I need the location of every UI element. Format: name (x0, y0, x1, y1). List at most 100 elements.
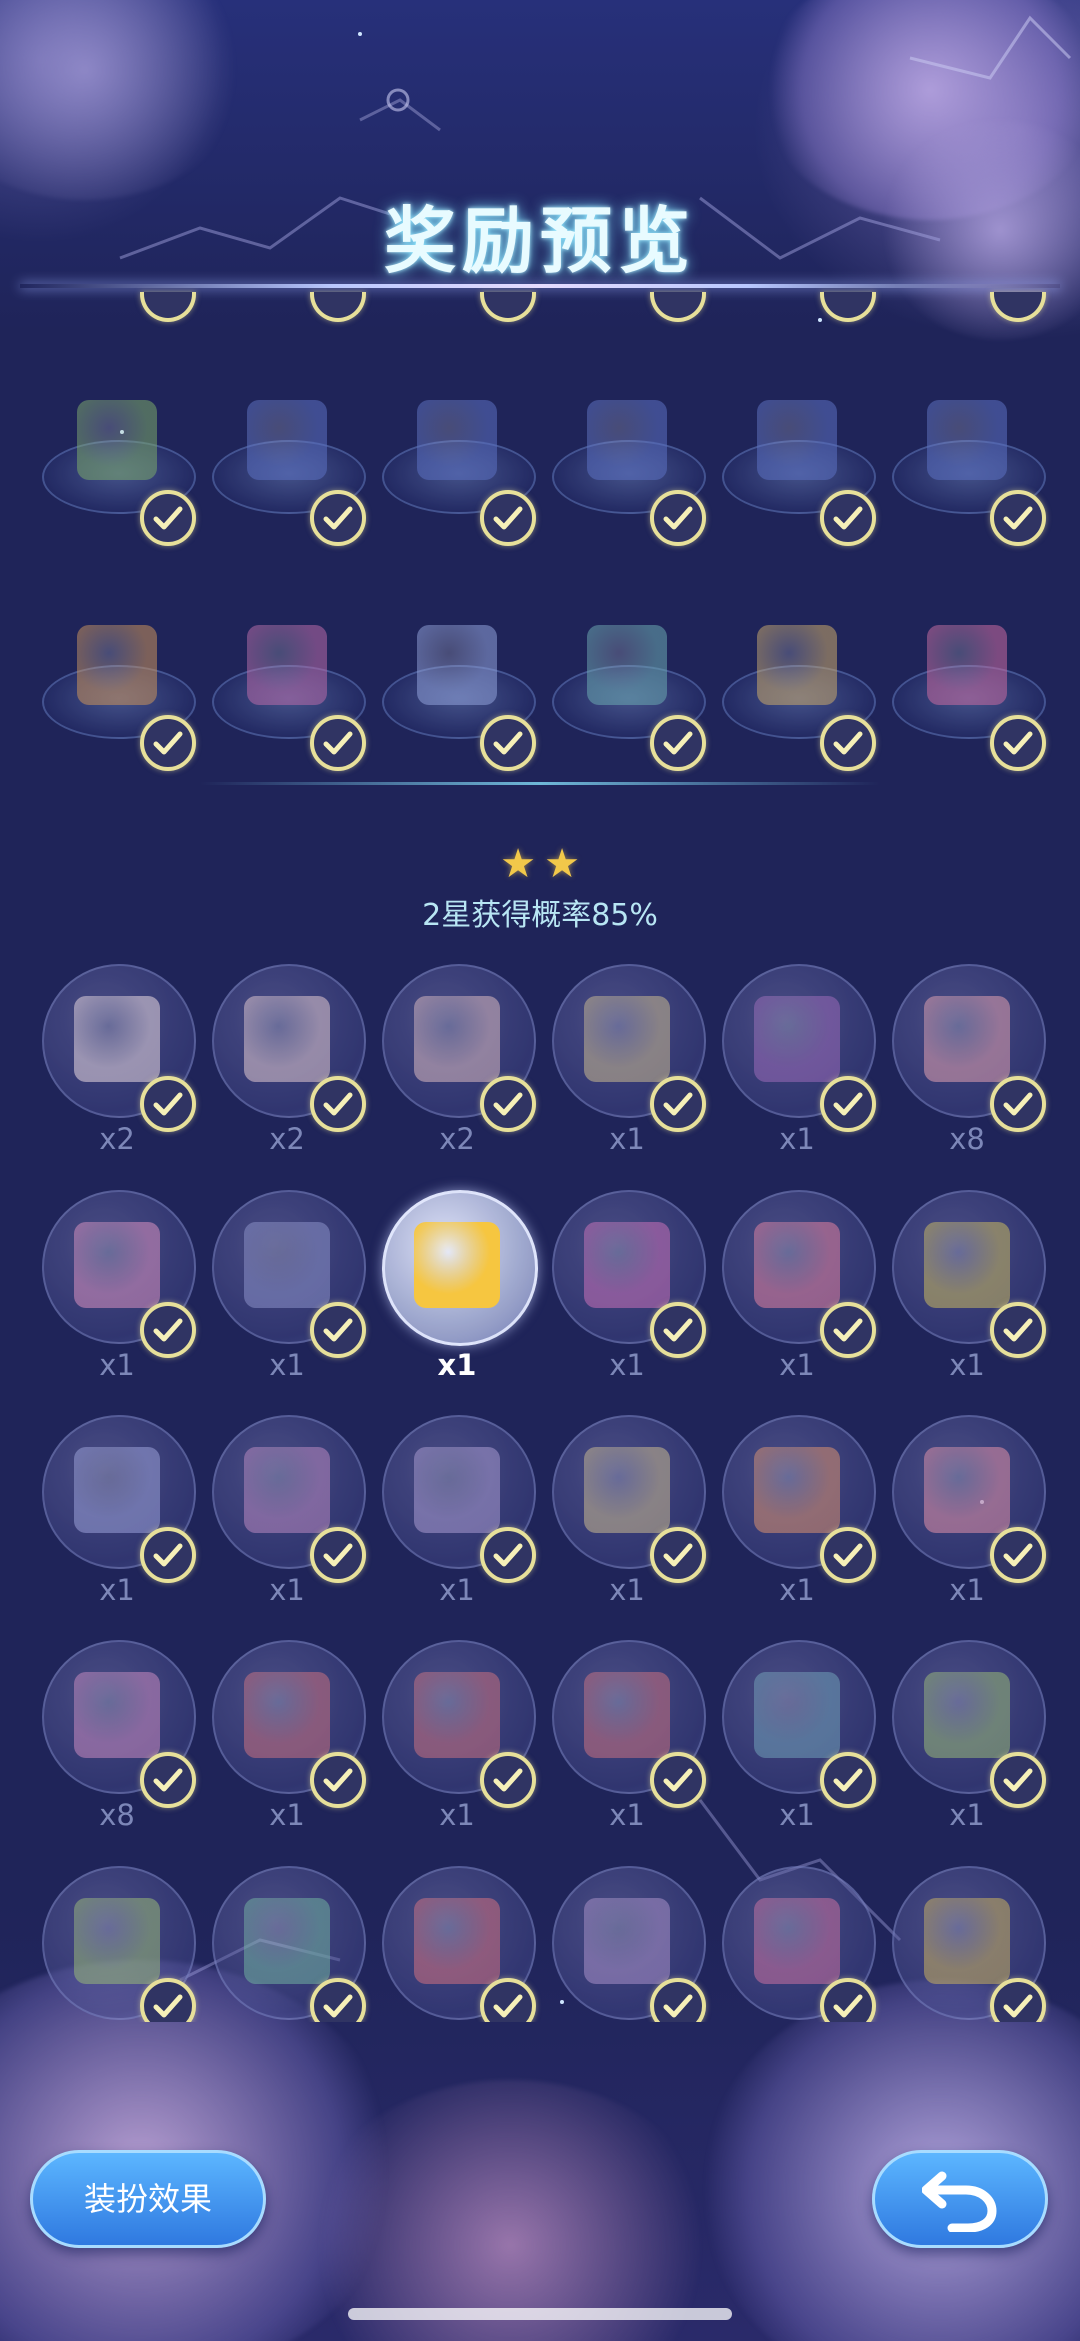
item-quantity: x1 (269, 1348, 305, 1382)
reward-item[interactable]: x1 (372, 1640, 542, 1840)
item-quantity: x8 (99, 1798, 135, 1832)
collected-check-icon (310, 1978, 366, 2022)
vase-icon (584, 1898, 670, 1984)
reward-item[interactable]: x1 (202, 1415, 372, 1615)
item-quantity: x1 (949, 1348, 985, 1382)
collected-check-icon (140, 1978, 196, 2022)
item-quantity: x1 (609, 1122, 645, 1156)
reward-item[interactable] (542, 1866, 712, 2022)
reward-item[interactable] (712, 1866, 882, 2022)
orb-icon (414, 1447, 500, 1533)
item-quantity: x2 (269, 1122, 305, 1156)
bag-icon (74, 996, 160, 1082)
reward-item[interactable] (542, 380, 712, 580)
flower-stem-icon (924, 1898, 1010, 1984)
table-icon (924, 1447, 1010, 1533)
reward-item[interactable] (32, 1866, 202, 2022)
flower-badge-icon (754, 996, 840, 1082)
reward-item[interactable]: x1 (202, 1190, 372, 1390)
reward-item[interactable]: x2 (32, 964, 202, 1164)
house-icon (247, 400, 327, 480)
item-quantity: x1 (269, 1798, 305, 1832)
reward-item[interactable]: x2 (202, 964, 372, 1164)
reward-item[interactable]: x1 (712, 1640, 882, 1840)
reward-item[interactable] (882, 380, 1052, 580)
section-divider (200, 782, 880, 785)
reward-item[interactable] (202, 605, 372, 805)
collected-check-icon (310, 490, 366, 546)
reward-item[interactable]: x1 (32, 1190, 202, 1390)
collected-check-icon (310, 715, 366, 771)
reward-item[interactable] (32, 605, 202, 805)
reward-item[interactable]: x8 (32, 1640, 202, 1840)
dress-effect-button[interactable]: 装扮效果 (30, 2150, 266, 2248)
house-icon (587, 400, 667, 480)
reward-item[interactable]: x1 (542, 964, 712, 1164)
sign-icon (244, 1672, 330, 1758)
box-icon (584, 996, 670, 1082)
collected-check-icon (820, 490, 876, 546)
reward-item[interactable] (372, 380, 542, 580)
reward-item[interactable] (712, 380, 882, 580)
reward-item[interactable]: x1 (202, 1640, 372, 1840)
collected-check-icon (140, 715, 196, 771)
item-quantity: x1 (779, 1122, 815, 1156)
bird-icon (247, 625, 327, 705)
collected-check-icon (820, 1978, 876, 2022)
bottle-icon (924, 996, 1010, 1082)
bird-icon (77, 625, 157, 705)
return-button[interactable] (872, 2150, 1048, 2248)
reward-item[interactable]: x1 (32, 1415, 202, 1615)
moon-icon (924, 1222, 1010, 1308)
reward-item[interactable]: x1 (372, 1190, 542, 1390)
reward-item[interactable] (372, 605, 542, 805)
reward-item[interactable]: x1 (372, 1415, 542, 1615)
item-quantity: x8 (949, 1122, 985, 1156)
reward-item[interactable]: x1 (882, 1190, 1052, 1390)
page-title: 奖励预览 (383, 199, 696, 283)
reward-item[interactable] (32, 380, 202, 580)
collected-check-icon (480, 715, 536, 771)
reward-item[interactable] (882, 605, 1052, 805)
tree-icon (77, 400, 157, 480)
collected-check-icon (140, 490, 196, 546)
item-quantity: x1 (609, 1573, 645, 1607)
reward-item[interactable]: x2 (372, 964, 542, 1164)
duck-icon (414, 1222, 500, 1308)
house-icon (757, 400, 837, 480)
item-quantity: x1 (779, 1348, 815, 1382)
plant-pot-icon (414, 996, 500, 1082)
reward-item[interactable]: x1 (542, 1415, 712, 1615)
cushion-icon (927, 625, 1007, 705)
item-quantity: x2 (99, 1122, 135, 1156)
collected-check-icon (820, 715, 876, 771)
collected-check-icon (990, 715, 1046, 771)
reward-item[interactable] (542, 605, 712, 805)
item-quantity: x1 (269, 1573, 305, 1607)
reward-item[interactable]: x1 (712, 1415, 882, 1615)
reward-item[interactable] (202, 1866, 372, 2022)
reward-item[interactable] (882, 1866, 1052, 2022)
collected-check-icon (480, 1978, 536, 2022)
reward-item[interactable]: x1 (712, 1190, 882, 1390)
home-indicator (348, 2308, 732, 2320)
collected-check-icon (650, 490, 706, 546)
item-quantity: x1 (609, 1348, 645, 1382)
reward-item[interactable] (712, 605, 882, 805)
two-star-rate-label: 2星获得概率85% (422, 898, 658, 933)
reward-item[interactable]: x8 (882, 964, 1052, 1164)
bench-icon (417, 625, 497, 705)
reward-item[interactable]: x1 (882, 1640, 1052, 1840)
reward-item[interactable] (372, 1866, 542, 2022)
bunny-icon (584, 1222, 670, 1308)
house-icon (927, 400, 1007, 480)
item-quantity: x1 (779, 1573, 815, 1607)
reward-item[interactable]: x1 (882, 1415, 1052, 1615)
item-quantity: x1 (439, 1573, 475, 1607)
reward-item[interactable] (202, 380, 372, 580)
reward-item[interactable]: x1 (712, 964, 882, 1164)
tree-icon (924, 1672, 1010, 1758)
reward-item[interactable]: x1 (542, 1190, 712, 1390)
reward-item[interactable]: x1 (542, 1640, 712, 1840)
item-quantity: x1 (949, 1573, 985, 1607)
